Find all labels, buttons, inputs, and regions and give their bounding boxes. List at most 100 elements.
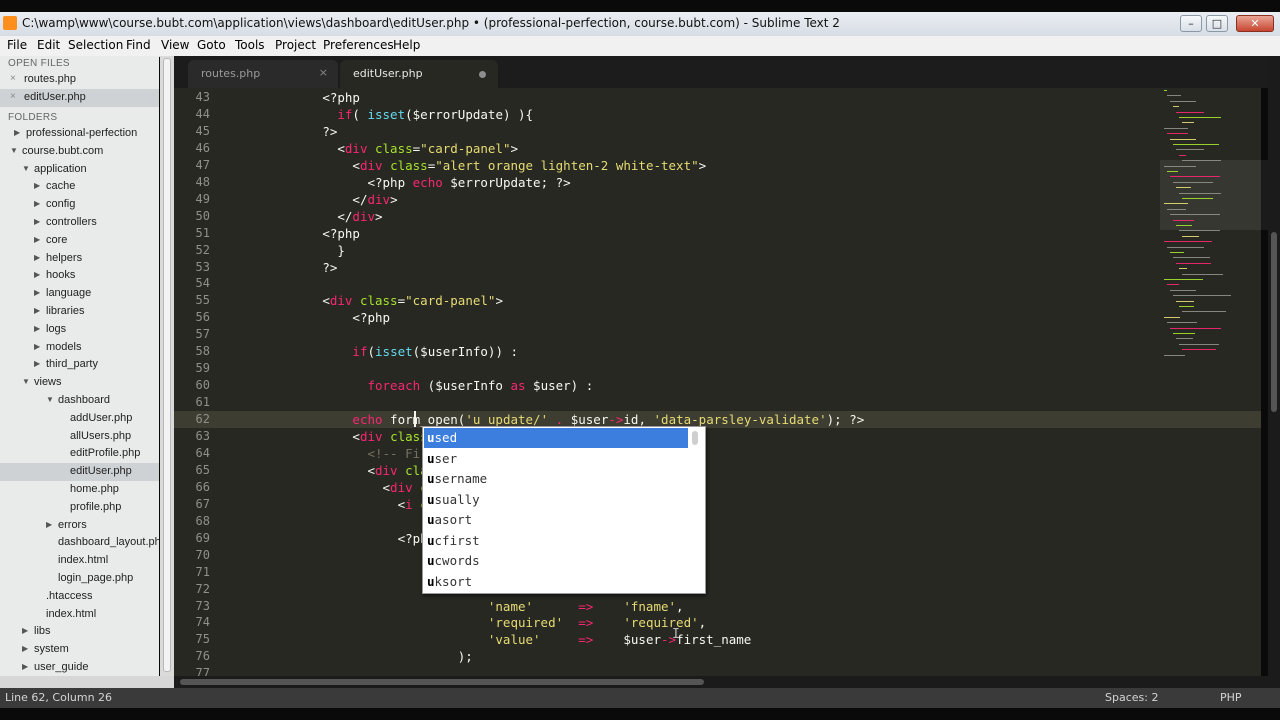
editor-hscroll-thumb[interactable] — [180, 679, 704, 685]
collapsed-arrow-icon[interactable]: ▶ — [46, 520, 52, 529]
indentation-setting[interactable]: Spaces: 2 — [1105, 691, 1158, 704]
sidebar-scrollbar-thumb[interactable] — [163, 58, 171, 672]
autocomplete-scroll-thumb[interactable] — [692, 431, 698, 445]
sidebar-tree-item[interactable]: profile.php — [0, 499, 159, 517]
sidebar-tree-item[interactable]: ▶ core — [0, 232, 159, 250]
editor-vertical-scrollbar[interactable] — [1268, 56, 1280, 676]
sidebar-tree-item[interactable]: home.php — [0, 481, 159, 499]
autocomplete-item[interactable]: user — [424, 449, 688, 469]
code-line[interactable]: 44 if( isset($errorUpdate) ){ — [174, 106, 1261, 123]
sidebar-tree-item[interactable]: ▶ user_guide — [0, 659, 159, 676]
menu-edit[interactable]: Edit — [37, 38, 60, 52]
collapsed-arrow-icon[interactable]: ▶ — [34, 217, 40, 226]
sidebar-tree-item[interactable]: ▶ models — [0, 339, 159, 357]
code-line[interactable]: 62 echo form_open('u_update/' . $user->i… — [174, 411, 1261, 429]
sidebar-tree-item[interactable]: index.html — [0, 606, 159, 624]
open-file-edituser[interactable]: × editUser.php — [0, 89, 159, 107]
menu-goto[interactable]: Goto — [197, 38, 226, 52]
sidebar-tree-item[interactable]: ▼ dashboard — [0, 392, 159, 410]
code-line[interactable]: 59 — [174, 360, 1261, 377]
maximize-button[interactable]: □ — [1206, 15, 1228, 32]
code-line[interactable]: 54 — [174, 275, 1261, 292]
code-line[interactable]: 76 ); — [174, 648, 1261, 665]
code-line[interactable]: 43 <?php — [174, 89, 1261, 106]
code-line[interactable]: 49 </div> — [174, 191, 1261, 208]
code-line[interactable]: 68 — [174, 513, 1261, 530]
code-line[interactable]: 53 ?> — [174, 259, 1261, 276]
code-line[interactable]: 71 $fi — [174, 564, 1261, 581]
code-line[interactable]: 74 'required' => 'required', — [174, 614, 1261, 631]
unsaved-dot-icon[interactable] — [479, 71, 486, 78]
menu-selection[interactable]: Selection — [68, 38, 123, 52]
autocomplete-item[interactable]: ucfirst — [424, 531, 688, 551]
sidebar-tree-item[interactable]: ▶ libs — [0, 623, 159, 641]
collapsed-arrow-icon[interactable]: ▶ — [34, 359, 40, 368]
code-line[interactable]: 64 <!-- First Name — [174, 445, 1261, 462]
code-line[interactable]: 66 <div class="i — [174, 479, 1261, 496]
tab-close-icon[interactable]: × — [319, 66, 328, 79]
sidebar-tree-item[interactable]: ▶ errors — [0, 517, 159, 535]
close-file-icon[interactable]: × — [10, 91, 16, 102]
menu-view[interactable]: View — [161, 38, 189, 52]
sidebar-tree-item[interactable]: ▶ professional-perfection — [0, 125, 159, 143]
code-line[interactable]: 52 } — [174, 242, 1261, 259]
open-file-routes[interactable]: × routes.php — [0, 71, 159, 89]
collapsed-arrow-icon[interactable]: ▶ — [34, 181, 40, 190]
tab-edituser-php[interactable]: editUser.php — [340, 60, 498, 88]
menu-tools[interactable]: Tools — [235, 38, 265, 52]
autocomplete-item[interactable]: used — [424, 428, 688, 448]
code-line[interactable]: 72 — [174, 581, 1261, 598]
sidebar-tree-item[interactable]: ▶ config — [0, 196, 159, 214]
collapsed-arrow-icon[interactable]: ▶ — [14, 128, 20, 137]
menu-project[interactable]: Project — [275, 38, 316, 52]
collapsed-arrow-icon[interactable]: ▶ — [34, 288, 40, 297]
code-line[interactable]: 55 <div class="card-panel"> — [174, 292, 1261, 309]
close-window-button[interactable]: ✕ — [1236, 15, 1274, 32]
sidebar-tree-item[interactable]: ▶ libraries — [0, 303, 159, 321]
collapsed-arrow-icon[interactable]: ▶ — [22, 644, 28, 653]
code-line[interactable]: 65 <div class="col — [174, 462, 1261, 479]
editor-horizontal-scrollbar[interactable] — [174, 676, 1280, 688]
autocomplete-item[interactable]: ucwords — [424, 551, 688, 571]
collapsed-arrow-icon[interactable]: ▶ — [34, 270, 40, 279]
code-editor[interactable]: 43 <?php 44 if( isset($errorUpdate) ){45 … — [174, 88, 1261, 676]
collapsed-arrow-icon[interactable]: ▶ — [34, 253, 40, 262]
sidebar-tree-item[interactable]: ▶ controllers — [0, 214, 159, 232]
collapsed-arrow-icon[interactable]: ▶ — [22, 662, 28, 671]
expanded-arrow-icon[interactable]: ▼ — [22, 377, 30, 386]
sidebar-tree-item[interactable]: index.html — [0, 552, 159, 570]
sidebar-scrollbar[interactable] — [160, 56, 174, 676]
code-line[interactable]: 45 ?> — [174, 123, 1261, 140]
autocomplete-item[interactable]: username — [424, 469, 688, 489]
expanded-arrow-icon[interactable]: ▼ — [10, 146, 18, 155]
sidebar-tree-item[interactable]: allUsers.php — [0, 428, 159, 446]
collapsed-arrow-icon[interactable]: ▶ — [34, 306, 40, 315]
sidebar-tree-item[interactable]: ▶ cache — [0, 178, 159, 196]
minimize-button[interactable]: – — [1180, 15, 1202, 32]
code-line[interactable]: 47 <div class="alert orange lighten-2 wh… — [174, 157, 1261, 174]
code-line[interactable]: 48 <?php echo $errorUpdate; ?> — [174, 174, 1261, 191]
sidebar-tree-item[interactable]: ▶ language — [0, 285, 159, 303]
sidebar-tree-item[interactable]: ▼ views — [0, 374, 159, 392]
sidebar-tree-item[interactable]: addUser.php — [0, 410, 159, 428]
menu-file[interactable]: File — [7, 38, 27, 52]
sidebar-tree-item[interactable]: ▼ course.bubt.com — [0, 143, 159, 161]
autocomplete-scrollbar[interactable] — [691, 429, 699, 589]
syntax-mode[interactable]: PHP — [1220, 691, 1242, 704]
code-line[interactable]: 73 'name' => 'fname', — [174, 598, 1261, 615]
code-line[interactable]: 69 <?php — [174, 530, 1261, 547]
sidebar-tree-item[interactable]: ▶ third_party — [0, 356, 159, 374]
autocomplete-popup[interactable]: used user username usually uasort ucfirst ucwo… — [422, 426, 706, 594]
sidebar-tree-item[interactable]: dashboard_layout.php — [0, 534, 159, 552]
sidebar-tree-item[interactable]: editUser.php — [0, 463, 159, 482]
autocomplete-item[interactable]: uksort — [424, 572, 688, 592]
collapsed-arrow-icon[interactable]: ▶ — [34, 342, 40, 351]
collapsed-arrow-icon[interactable]: ▶ — [34, 235, 40, 244]
collapsed-arrow-icon[interactable]: ▶ — [34, 324, 40, 333]
sidebar-tree-item[interactable]: ▶ helpers — [0, 250, 159, 268]
expanded-arrow-icon[interactable]: ▼ — [46, 395, 54, 404]
menu-help[interactable]: Help — [393, 38, 420, 52]
sidebar-tree-item[interactable]: ▶ hooks — [0, 267, 159, 285]
code-line[interactable]: 58 if(isset($userInfo)) : — [174, 343, 1261, 360]
sidebar-tree-item[interactable]: ▼ application — [0, 161, 159, 179]
